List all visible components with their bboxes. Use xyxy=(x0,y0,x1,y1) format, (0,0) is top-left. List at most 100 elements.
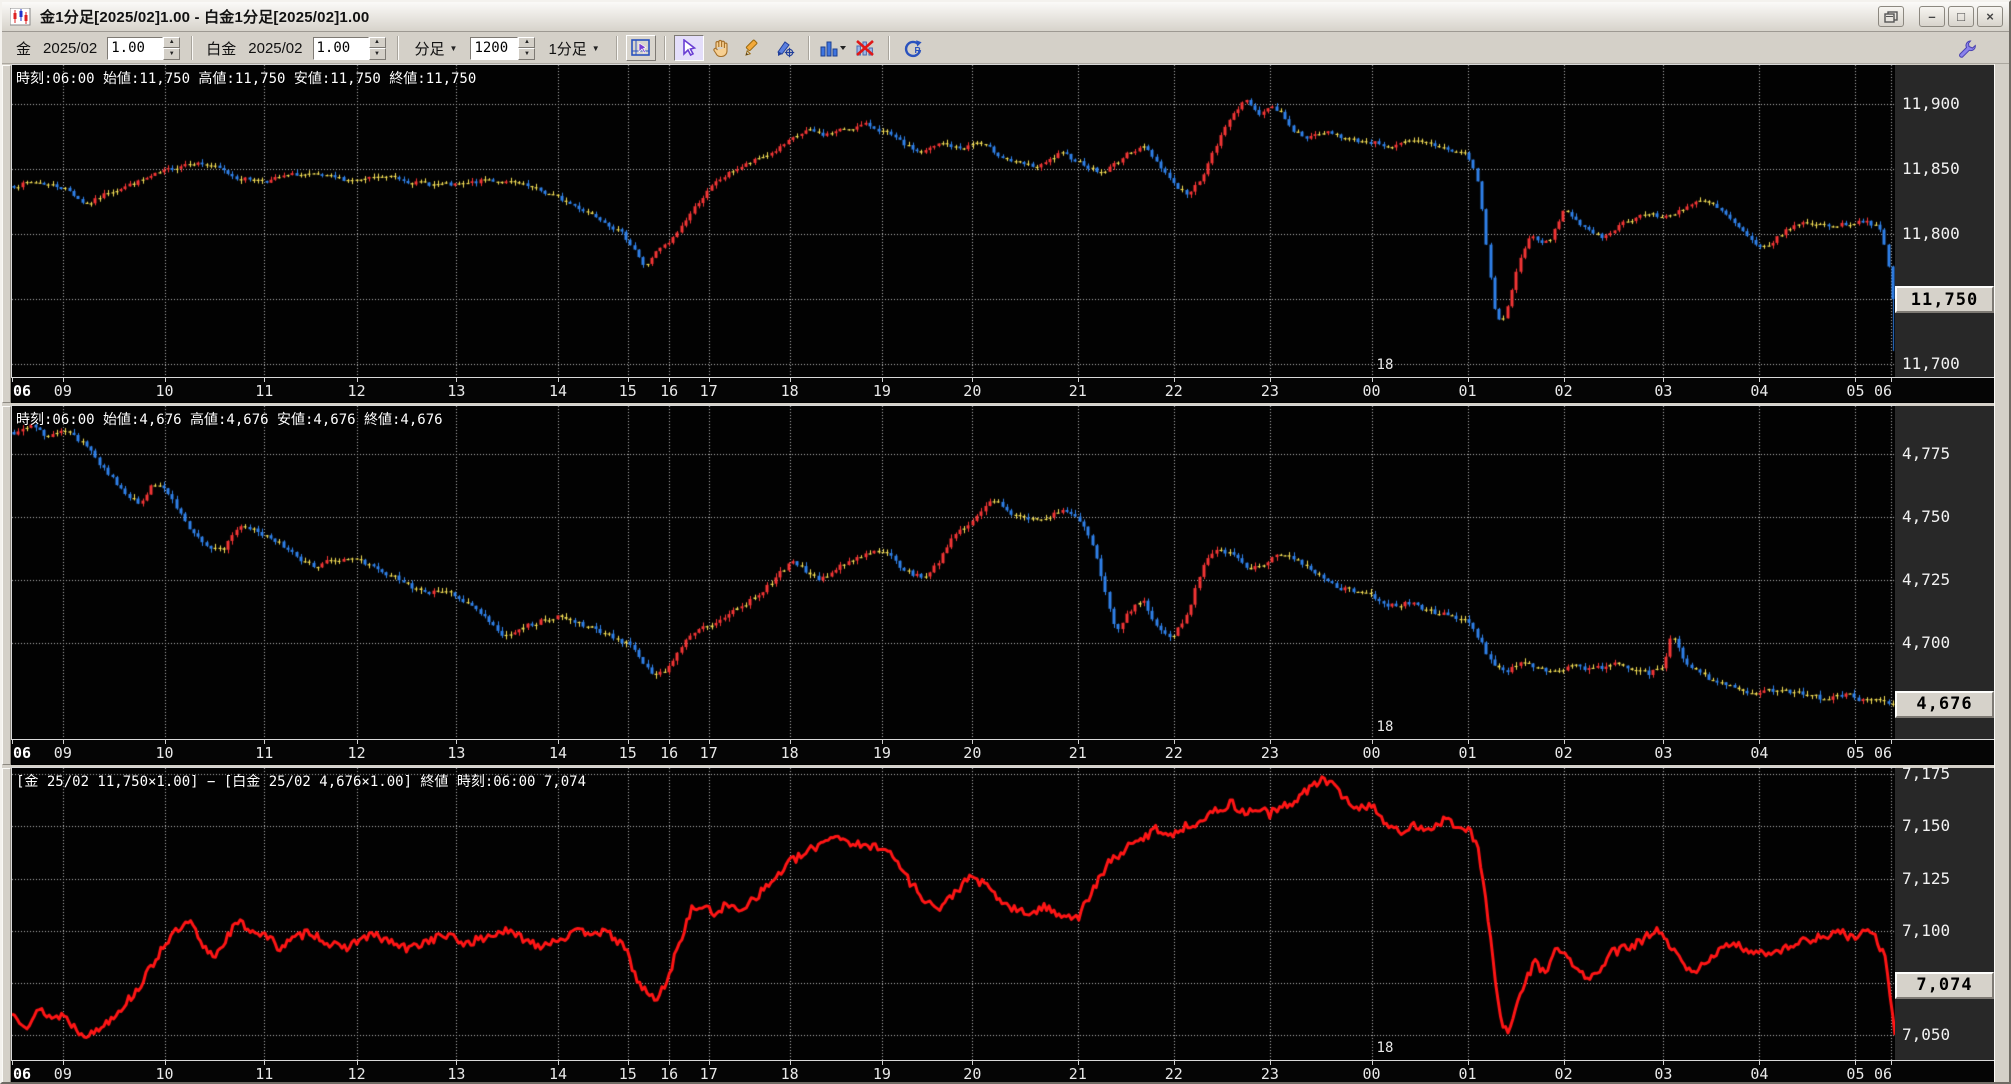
x-axis-tick xyxy=(12,1061,13,1065)
gold-candle-chart[interactable] xyxy=(12,65,1895,377)
x-axis-label: 00 xyxy=(1362,1065,1381,1083)
x-axis-tick xyxy=(12,378,13,382)
x-axis-tick xyxy=(1078,740,1079,744)
date-label: 18 xyxy=(1376,719,1394,735)
settings-button[interactable] xyxy=(1952,36,1982,62)
gold-time-axis: 06 09 10 11 12 13 14 15 16 17 18 19 20 21 22 23 00 01 02 03… xyxy=(12,377,1994,402)
bar-type-dropdown[interactable]: 分足 ▼ xyxy=(408,34,465,63)
gold-multiplier-spinner: ▲ ▼ xyxy=(107,36,181,60)
x-axis-tick xyxy=(1468,1061,1469,1065)
refresh-icon: R xyxy=(904,39,922,57)
maximize-button[interactable]: □ xyxy=(1948,6,1974,27)
spin-up-button[interactable]: ▲ xyxy=(518,36,536,48)
window-right-border xyxy=(1994,64,2009,1082)
select-tool-button[interactable] xyxy=(673,35,704,61)
x-axis-label: 10 xyxy=(155,1065,174,1083)
gold-chart-info: 時刻:06:00 始値:11,750 高値:11,750 安値:11,750 終… xyxy=(16,71,477,87)
chart-panel-platinum: 時刻:06:00 始値:4,676 高値:4,676 安値:4,676 終値:4… xyxy=(2,405,1994,765)
x-axis-label: 06 xyxy=(12,382,32,400)
x-axis-tick xyxy=(165,378,166,382)
x-axis-label: 02 xyxy=(1554,744,1573,762)
y-axis-label: 4,700 xyxy=(1902,633,1951,653)
spread-time-axis: 06 09 10 11 12 13 14 15 16 17 18 19 20 21 22 23 00 01 02 03… xyxy=(12,1060,1994,1083)
x-axis-label: 23 xyxy=(1260,744,1279,762)
x-axis-tick xyxy=(972,378,973,382)
x-axis-label: 23 xyxy=(1260,1065,1279,1083)
x-axis-tick xyxy=(456,1061,457,1065)
toolbar-separator xyxy=(807,36,810,60)
spin-down-button[interactable]: ▼ xyxy=(163,48,181,60)
x-axis-tick xyxy=(165,1061,166,1065)
pan-tool-button[interactable] xyxy=(706,35,736,61)
panel-resize-grip[interactable] xyxy=(2,406,11,765)
gold-label: 金 xyxy=(16,40,32,58)
minimize-button[interactable]: – xyxy=(1919,6,1945,27)
spin-down-button[interactable]: ▼ xyxy=(368,48,386,60)
spread-line-chart[interactable] xyxy=(12,768,1895,1060)
x-axis-label: 18 xyxy=(780,744,799,762)
chart-cursor-tool-button[interactable] xyxy=(625,35,656,61)
x-axis-label: 20 xyxy=(963,382,982,400)
spin-down-button[interactable]: ▼ xyxy=(518,48,536,60)
x-axis-label: 05 xyxy=(1846,382,1865,400)
x-axis-label: 18 xyxy=(780,382,799,400)
x-axis-tick xyxy=(1372,378,1373,382)
x-axis-tick xyxy=(1468,740,1469,744)
date-label: 18 xyxy=(1376,1040,1394,1056)
x-axis-label: 14 xyxy=(549,1065,568,1083)
x-axis-label: 09 xyxy=(53,382,72,400)
gold-multiplier-input[interactable] xyxy=(107,36,164,60)
spin-up-button[interactable]: ▲ xyxy=(163,36,181,48)
x-axis-tick xyxy=(264,378,265,382)
x-axis-label: 06 xyxy=(12,1065,32,1083)
platinum-chart-info: 時刻:06:00 始値:4,676 高値:4,676 安値:4,676 終値:4… xyxy=(16,412,443,428)
spread-price-axis: 7,1757,1507,1257,1007,0757,050 xyxy=(1895,764,1994,1060)
titlebar[interactable]: 金1分足[2025/02]1.00 - 白金1分足[2025/02]1.00 –… xyxy=(2,2,2009,32)
y-axis-label: 7,125 xyxy=(1902,868,1951,888)
x-axis-tick xyxy=(1078,1061,1079,1065)
x-axis-label: 21 xyxy=(1068,382,1087,400)
x-axis-label: 17 xyxy=(699,1065,718,1083)
interval-dropdown[interactable]: 1分足 ▼ xyxy=(541,34,606,63)
x-axis-label: 11 xyxy=(255,382,274,400)
spin-up-button[interactable]: ▲ xyxy=(368,36,386,48)
x-axis-tick xyxy=(357,1061,358,1065)
platinum-label: 白金 xyxy=(206,40,237,58)
x-axis-tick xyxy=(558,1061,559,1065)
x-axis-label: 03 xyxy=(1654,382,1673,400)
x-axis-tick xyxy=(1270,378,1271,382)
refresh-button[interactable]: R xyxy=(898,35,928,61)
panel-resize-grip[interactable] xyxy=(2,65,11,403)
x-axis-label: 22 xyxy=(1164,382,1183,400)
x-axis-label: 19 xyxy=(872,1065,891,1083)
bar-count-input[interactable] xyxy=(470,36,519,60)
x-axis-tick xyxy=(264,740,265,744)
y-axis-label: 4,725 xyxy=(1902,570,1951,590)
x-axis-tick xyxy=(264,1061,265,1065)
cursor-arrow-icon xyxy=(682,39,697,57)
x-axis-label: 13 xyxy=(447,382,466,400)
gold-plot-area: 時刻:06:00 始値:11,750 高値:11,750 安値:11,750 終… xyxy=(11,64,1896,378)
gold-price-axis: 11,900 11,850 11,800 11,700 xyxy=(1895,65,1994,377)
chevron-down-icon: ▼ xyxy=(591,43,600,53)
chart-type-button[interactable] xyxy=(818,35,848,61)
platinum-multiplier-input[interactable] xyxy=(312,36,369,60)
platinum-month-label: 2025/02 xyxy=(248,39,303,57)
marker-tool-button[interactable] xyxy=(770,35,800,61)
x-axis-tick xyxy=(456,378,457,382)
x-axis-tick xyxy=(1270,740,1271,744)
x-axis-label: 21 xyxy=(1068,1065,1087,1083)
platinum-candle-chart[interactable] xyxy=(12,406,1895,739)
close-button[interactable]: × xyxy=(1977,6,2003,27)
panel-resize-grip[interactable] xyxy=(2,768,11,1082)
spread-plot-area: [金 25/02 11,750×1.00] − [白金 25/02 4,676×… xyxy=(11,767,1896,1061)
float-window-button[interactable] xyxy=(1878,6,1904,27)
chart-delete-icon xyxy=(855,40,874,56)
bar-chart-icon xyxy=(820,41,846,57)
x-axis-tick xyxy=(558,740,559,744)
y-axis-label: 11,800 xyxy=(1902,224,1960,243)
pencil-icon xyxy=(745,39,758,56)
draw-tool-button[interactable] xyxy=(738,35,768,61)
remove-chart-button[interactable] xyxy=(850,35,880,61)
x-axis-label: 05 xyxy=(1846,744,1865,762)
